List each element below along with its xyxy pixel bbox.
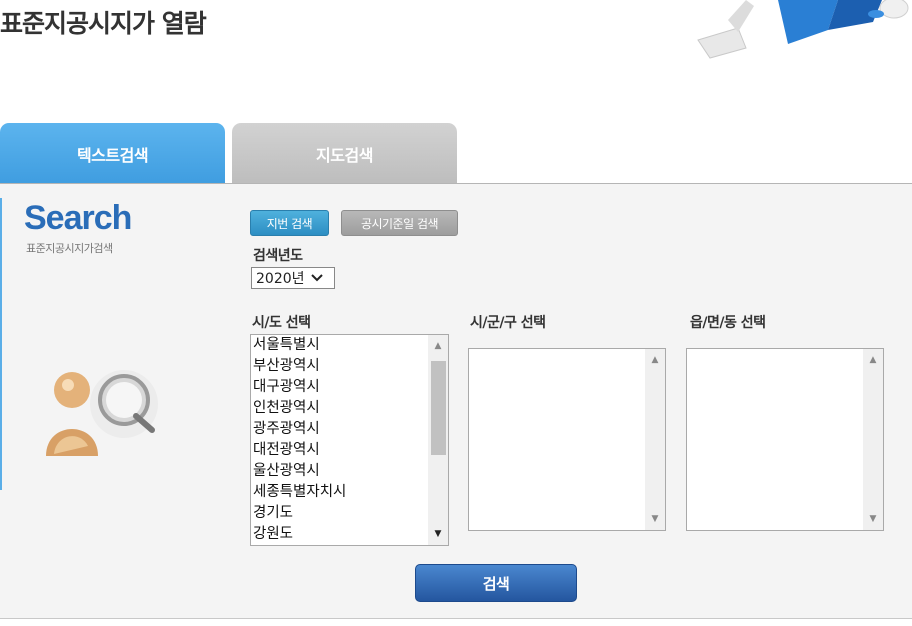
tab-text-search-label: 텍스트검색 xyxy=(76,145,149,165)
scroll-up-arrow-icon[interactable]: ▲ xyxy=(863,351,883,369)
eupmyeondong-listbox[interactable]: ▲ ▼ xyxy=(686,348,884,531)
sido-option[interactable]: 울산광역시 xyxy=(251,461,428,482)
sigungu-scrollbar[interactable]: ▲ ▼ xyxy=(645,349,665,530)
sido-option[interactable]: 강원도 xyxy=(251,524,428,545)
hero-illustration xyxy=(697,0,909,59)
tab-text-search[interactable]: 텍스트검색 xyxy=(0,123,225,184)
eupmyeondong-label: 읍/면/동 선택 xyxy=(690,315,766,331)
scroll-down-arrow-icon[interactable]: ▼ xyxy=(863,510,883,528)
lot-search-button-label: 지번 검색 xyxy=(266,216,313,231)
page: 표준지공시지가 열람 텍스트검색 지도검색 Search 표준지공시지가검색 지… xyxy=(0,0,912,626)
sido-option[interactable]: 대전광역시 xyxy=(251,440,428,461)
scroll-up-arrow-icon[interactable]: ▲ xyxy=(645,351,665,369)
year-select-value: 2020년 xyxy=(256,271,305,287)
year-select[interactable]: 2020년 xyxy=(251,267,335,289)
date-search-button[interactable]: 공시기준일 검색 xyxy=(341,210,458,236)
sido-option[interactable]: 부산광역시 xyxy=(251,356,428,377)
sido-option[interactable]: 광주광역시 xyxy=(251,419,428,440)
scrollbar-thumb[interactable] xyxy=(431,361,446,455)
sido-scrollbar[interactable]: ▲ ▼ xyxy=(428,335,448,545)
sido-option[interactable]: 인천광역시 xyxy=(251,398,428,419)
sido-option[interactable]: 경기도 xyxy=(251,503,428,524)
eupmyeondong-scrollbar[interactable]: ▲ ▼ xyxy=(863,349,883,530)
scroll-down-arrow-icon[interactable]: ▼ xyxy=(428,525,448,543)
scroll-up-arrow-icon[interactable]: ▲ xyxy=(428,337,448,355)
sido-option[interactable]: 세종특별자치시 xyxy=(251,482,428,503)
search-logo: Search xyxy=(24,199,132,237)
date-search-button-label: 공시기준일 검색 xyxy=(360,216,439,231)
sido-option[interactable]: 서울특별시 xyxy=(251,335,428,356)
lot-search-button[interactable]: 지번 검색 xyxy=(250,210,329,236)
search-button-label: 검색 xyxy=(482,574,510,593)
year-label: 검색년도 xyxy=(253,248,303,264)
search-subtitle: 표준지공시지가검색 xyxy=(26,242,113,255)
search-button[interactable]: 검색 xyxy=(415,564,577,602)
chevron-down-icon xyxy=(310,271,323,285)
tab-map-search[interactable]: 지도검색 xyxy=(232,123,457,184)
sido-option[interactable]: 대구광역시 xyxy=(251,377,428,398)
user-search-icon xyxy=(46,370,158,456)
scroll-down-arrow-icon[interactable]: ▼ xyxy=(645,510,665,528)
sido-option-list: 서울특별시 부산광역시 대구광역시 인천광역시 광주광역시 대전광역시 울산광역… xyxy=(251,335,428,545)
panel-accent-bar xyxy=(0,198,2,490)
tab-map-search-label: 지도검색 xyxy=(316,145,373,165)
sido-listbox[interactable]: 서울특별시 부산광역시 대구광역시 인천광역시 광주광역시 대전광역시 울산광역… xyxy=(250,334,449,546)
sido-label: 시/도 선택 xyxy=(252,315,311,331)
sigungu-listbox[interactable]: ▲ ▼ xyxy=(468,348,666,531)
sigungu-label: 시/군/구 선택 xyxy=(470,315,546,331)
page-title: 표준지공시지가 열람 xyxy=(0,9,207,38)
